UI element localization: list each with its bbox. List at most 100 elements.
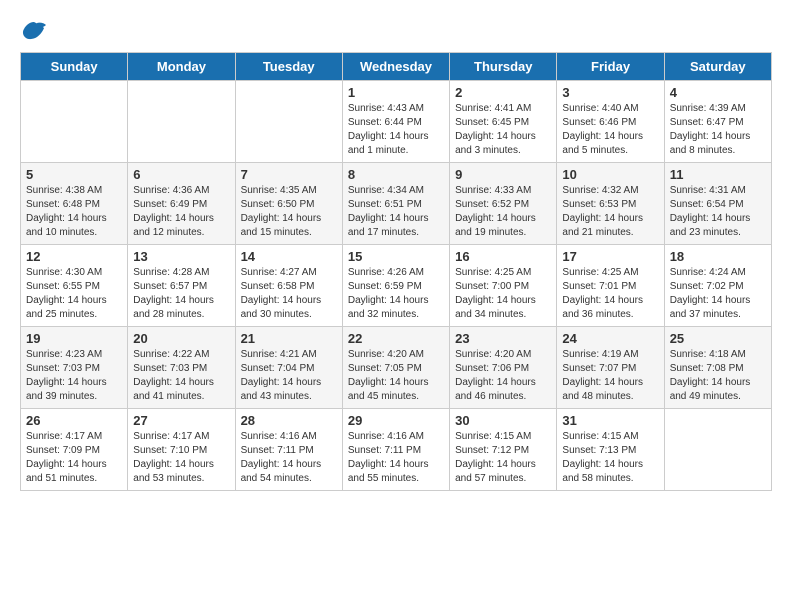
calendar-cell: 21 Sunrise: 4:21 AM Sunset: 7:04 PM Dayli… bbox=[235, 327, 342, 409]
day-number: 28 bbox=[241, 413, 337, 428]
day-info: Sunrise: 4:22 AM Sunset: 7:03 PM Dayligh… bbox=[133, 348, 229, 404]
calendar-cell: 23 Sunrise: 4:20 AM Sunset: 7:06 PM Dayli… bbox=[450, 327, 557, 409]
day-info: Sunrise: 4:28 AM Sunset: 6:57 PM Dayligh… bbox=[133, 266, 229, 322]
day-info: Sunrise: 4:33 AM Sunset: 6:52 PM Dayligh… bbox=[455, 184, 551, 240]
day-info: Sunrise: 4:43 AM Sunset: 6:44 PM Dayligh… bbox=[348, 102, 444, 158]
day-number: 11 bbox=[670, 167, 766, 182]
day-number: 29 bbox=[348, 413, 444, 428]
day-info: Sunrise: 4:31 AM Sunset: 6:54 PM Dayligh… bbox=[670, 184, 766, 240]
day-info: Sunrise: 4:15 AM Sunset: 7:13 PM Dayligh… bbox=[562, 430, 658, 486]
calendar-week-row: 12 Sunrise: 4:30 AM Sunset: 6:55 PM Dayli… bbox=[21, 245, 772, 327]
day-of-week-header: Thursday bbox=[450, 53, 557, 81]
day-of-week-header: Saturday bbox=[664, 53, 771, 81]
day-info: Sunrise: 4:38 AM Sunset: 6:48 PM Dayligh… bbox=[26, 184, 122, 240]
day-info: Sunrise: 4:15 AM Sunset: 7:12 PM Dayligh… bbox=[455, 430, 551, 486]
logo bbox=[20, 20, 52, 42]
calendar-cell: 28Sunrise: 4:16 AM Sunset: 7:11 PM Dayli… bbox=[235, 409, 342, 491]
logo-bird-icon bbox=[20, 20, 48, 42]
day-number: 18 bbox=[670, 249, 766, 264]
calendar-cell: 25 Sunrise: 4:18 AM Sunset: 7:08 PM Dayli… bbox=[664, 327, 771, 409]
calendar-cell: 16 Sunrise: 4:25 AM Sunset: 7:00 PM Dayli… bbox=[450, 245, 557, 327]
day-info: Sunrise: 4:26 AM Sunset: 6:59 PM Dayligh… bbox=[348, 266, 444, 322]
calendar-cell: 30 Sunrise: 4:15 AM Sunset: 7:12 PM Dayli… bbox=[450, 409, 557, 491]
calendar-cell: 13Sunrise: 4:28 AM Sunset: 6:57 PM Dayli… bbox=[128, 245, 235, 327]
calendar-cell: 6 Sunrise: 4:36 AM Sunset: 6:49 PM Daylig… bbox=[128, 163, 235, 245]
calendar-cell: 31 Sunrise: 4:15 AM Sunset: 7:13 PM Dayli… bbox=[557, 409, 664, 491]
calendar-cell: 1 Sunrise: 4:43 AM Sunset: 6:44 PM Daylig… bbox=[342, 81, 449, 163]
calendar-cell: 7 Sunrise: 4:35 AM Sunset: 6:50 PM Daylig… bbox=[235, 163, 342, 245]
day-number: 8 bbox=[348, 167, 444, 182]
day-info: Sunrise: 4:27 AM Sunset: 6:58 PM Dayligh… bbox=[241, 266, 337, 322]
day-number: 7 bbox=[241, 167, 337, 182]
page-header bbox=[20, 20, 772, 42]
day-info: Sunrise: 4:41 AM Sunset: 6:45 PM Dayligh… bbox=[455, 102, 551, 158]
calendar-cell: 26Sunrise: 4:17 AM Sunset: 7:09 PM Dayli… bbox=[21, 409, 128, 491]
day-number: 6 bbox=[133, 167, 229, 182]
calendar-cell: 11 Sunrise: 4:31 AM Sunset: 6:54 PM Dayli… bbox=[664, 163, 771, 245]
day-info: Sunrise: 4:21 AM Sunset: 7:04 PM Dayligh… bbox=[241, 348, 337, 404]
day-number: 16 bbox=[455, 249, 551, 264]
day-number: 15 bbox=[348, 249, 444, 264]
day-number: 9 bbox=[455, 167, 551, 182]
day-info: Sunrise: 4:39 AM Sunset: 6:47 PM Dayligh… bbox=[670, 102, 766, 158]
calendar-cell: 12 Sunrise: 4:30 AM Sunset: 6:55 PM Dayli… bbox=[21, 245, 128, 327]
day-number: 23 bbox=[455, 331, 551, 346]
calendar-cell: 20 Sunrise: 4:22 AM Sunset: 7:03 PM Dayli… bbox=[128, 327, 235, 409]
day-number: 24 bbox=[562, 331, 658, 346]
day-info: Sunrise: 4:35 AM Sunset: 6:50 PM Dayligh… bbox=[241, 184, 337, 240]
calendar-cell: 29 Sunrise: 4:16 AM Sunset: 7:11 PM Dayli… bbox=[342, 409, 449, 491]
day-number: 30 bbox=[455, 413, 551, 428]
calendar-table: SundayMondayTuesdayWednesdayThursdayFrid… bbox=[20, 52, 772, 491]
day-info: Sunrise: 4:25 AM Sunset: 7:01 PM Dayligh… bbox=[562, 266, 658, 322]
day-info: Sunrise: 4:20 AM Sunset: 7:05 PM Dayligh… bbox=[348, 348, 444, 404]
calendar-cell: 5 Sunrise: 4:38 AM Sunset: 6:48 PM Daylig… bbox=[21, 163, 128, 245]
day-number: 14 bbox=[241, 249, 337, 264]
day-info: Sunrise: 4:23 AM Sunset: 7:03 PM Dayligh… bbox=[26, 348, 122, 404]
calendar-cell bbox=[21, 81, 128, 163]
day-info: Sunrise: 4:40 AM Sunset: 6:46 PM Dayligh… bbox=[562, 102, 658, 158]
calendar-week-row: 1 Sunrise: 4:43 AM Sunset: 6:44 PM Daylig… bbox=[21, 81, 772, 163]
day-number: 25 bbox=[670, 331, 766, 346]
day-info: Sunrise: 4:30 AM Sunset: 6:55 PM Dayligh… bbox=[26, 266, 122, 322]
day-number: 19 bbox=[26, 331, 122, 346]
day-info: Sunrise: 4:32 AM Sunset: 6:53 PM Dayligh… bbox=[562, 184, 658, 240]
calendar-cell: 18 Sunrise: 4:24 AM Sunset: 7:02 PM Dayli… bbox=[664, 245, 771, 327]
day-number: 21 bbox=[241, 331, 337, 346]
calendar-cell: 9 Sunrise: 4:33 AM Sunset: 6:52 PM Daylig… bbox=[450, 163, 557, 245]
day-of-week-header: Wednesday bbox=[342, 53, 449, 81]
day-info: Sunrise: 4:25 AM Sunset: 7:00 PM Dayligh… bbox=[455, 266, 551, 322]
calendar-cell: 22 Sunrise: 4:20 AM Sunset: 7:05 PM Dayli… bbox=[342, 327, 449, 409]
calendar-week-row: 19 Sunrise: 4:23 AM Sunset: 7:03 PM Dayli… bbox=[21, 327, 772, 409]
day-number: 5 bbox=[26, 167, 122, 182]
day-number: 26 bbox=[26, 413, 122, 428]
calendar-week-row: 26Sunrise: 4:17 AM Sunset: 7:09 PM Dayli… bbox=[21, 409, 772, 491]
calendar-cell: 4Sunrise: 4:39 AM Sunset: 6:47 PM Daylig… bbox=[664, 81, 771, 163]
day-of-week-header: Monday bbox=[128, 53, 235, 81]
day-number: 1 bbox=[348, 85, 444, 100]
day-info: Sunrise: 4:18 AM Sunset: 7:08 PM Dayligh… bbox=[670, 348, 766, 404]
calendar-cell: 19 Sunrise: 4:23 AM Sunset: 7:03 PM Dayli… bbox=[21, 327, 128, 409]
day-of-week-header: Friday bbox=[557, 53, 664, 81]
day-number: 12 bbox=[26, 249, 122, 264]
calendar-cell: 10Sunrise: 4:32 AM Sunset: 6:53 PM Dayli… bbox=[557, 163, 664, 245]
day-number: 31 bbox=[562, 413, 658, 428]
calendar-cell: 14 Sunrise: 4:27 AM Sunset: 6:58 PM Dayli… bbox=[235, 245, 342, 327]
calendar-header-row: SundayMondayTuesdayWednesdayThursdayFrid… bbox=[21, 53, 772, 81]
calendar-cell: 24Sunrise: 4:19 AM Sunset: 7:07 PM Dayli… bbox=[557, 327, 664, 409]
day-info: Sunrise: 4:36 AM Sunset: 6:49 PM Dayligh… bbox=[133, 184, 229, 240]
day-number: 27 bbox=[133, 413, 229, 428]
calendar-cell bbox=[664, 409, 771, 491]
day-info: Sunrise: 4:17 AM Sunset: 7:10 PM Dayligh… bbox=[133, 430, 229, 486]
day-number: 22 bbox=[348, 331, 444, 346]
day-info: Sunrise: 4:16 AM Sunset: 7:11 PM Dayligh… bbox=[348, 430, 444, 486]
day-number: 20 bbox=[133, 331, 229, 346]
calendar-cell: 15 Sunrise: 4:26 AM Sunset: 6:59 PM Dayli… bbox=[342, 245, 449, 327]
day-info: Sunrise: 4:24 AM Sunset: 7:02 PM Dayligh… bbox=[670, 266, 766, 322]
calendar-cell bbox=[235, 81, 342, 163]
day-of-week-header: Tuesday bbox=[235, 53, 342, 81]
calendar-cell: 3 Sunrise: 4:40 AM Sunset: 6:46 PM Daylig… bbox=[557, 81, 664, 163]
day-info: Sunrise: 4:20 AM Sunset: 7:06 PM Dayligh… bbox=[455, 348, 551, 404]
day-number: 3 bbox=[562, 85, 658, 100]
calendar-cell: 8Sunrise: 4:34 AM Sunset: 6:51 PM Daylig… bbox=[342, 163, 449, 245]
calendar-week-row: 5 Sunrise: 4:38 AM Sunset: 6:48 PM Daylig… bbox=[21, 163, 772, 245]
